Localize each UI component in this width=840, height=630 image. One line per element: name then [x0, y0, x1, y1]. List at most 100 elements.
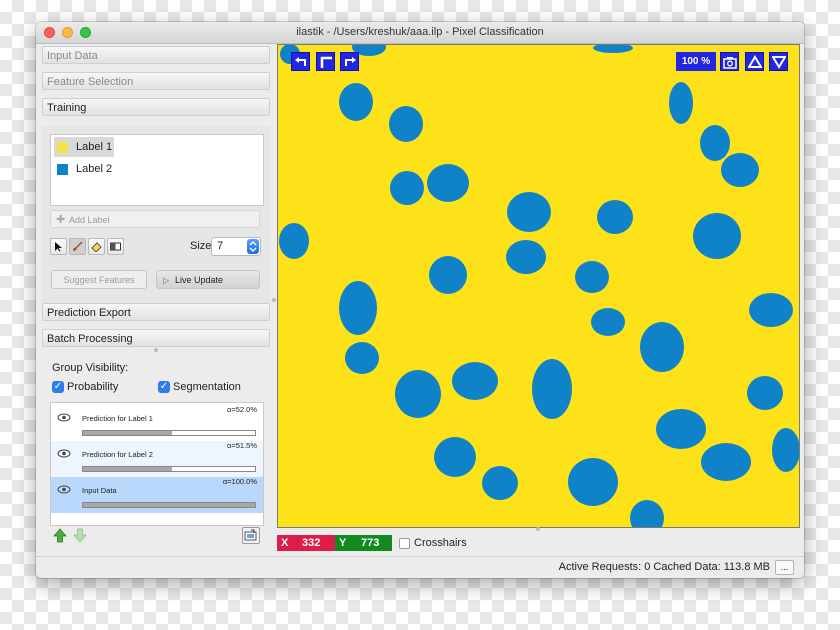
label-name: Label 1 — [76, 141, 113, 153]
move-layer-down-icon[interactable] — [73, 528, 87, 543]
layer-row[interactable]: Prediction for Label 2 α=51.5% — [51, 441, 263, 477]
applet-training[interactable]: Training — [42, 98, 270, 116]
cell-segment — [434, 437, 476, 477]
opacity-slider[interactable] — [82, 430, 256, 436]
segmentation-canvas — [279, 45, 799, 527]
cell-segment — [591, 308, 625, 336]
applet-input-data[interactable]: Input Data — [42, 46, 270, 64]
layer-name: Prediction for Label 1 — [82, 414, 153, 423]
cell-segment — [532, 359, 572, 419]
threshold-icon — [110, 242, 121, 251]
app-window: ilastik - /Users/kreshuk/aaa.ilp - Pixel… — [36, 22, 804, 578]
close-window-button[interactable] — [44, 27, 55, 38]
triangle-down-icon — [772, 56, 786, 69]
opacity-fill — [83, 467, 172, 471]
threshold-tool-button[interactable] — [107, 238, 124, 255]
cell-segment — [339, 83, 373, 121]
cell-segment — [700, 125, 730, 161]
x-coordinate: X 332 — [277, 535, 335, 551]
window-title: ilastik - /Users/kreshuk/aaa.ilp - Pixel… — [296, 26, 544, 38]
rotate-right-button[interactable] — [340, 52, 359, 71]
eye-icon — [57, 485, 71, 494]
applet-feature-selection[interactable]: Feature Selection — [42, 72, 270, 90]
opacity-slider[interactable] — [82, 466, 256, 472]
minimize-window-button[interactable] — [62, 27, 73, 38]
segmentation-checkbox[interactable]: ✓ — [158, 381, 170, 393]
cell-segment — [568, 458, 618, 506]
splitter-handle[interactable] — [272, 298, 276, 302]
rotate-left-icon — [295, 57, 306, 66]
rotate-left-button[interactable] — [291, 52, 310, 71]
cell-segment — [593, 45, 633, 53]
layer-name: Input Data — [82, 486, 117, 495]
status-more-button[interactable]: ... — [775, 560, 794, 575]
cell-segment — [390, 171, 424, 205]
add-label-button[interactable]: ✚ Add Label — [50, 210, 260, 228]
layer-row[interactable]: Prediction for Label 1 α=52.0% — [51, 405, 263, 441]
cell-segment — [427, 164, 469, 202]
spin-arrows-icon[interactable] — [247, 239, 259, 254]
crosshairs-checkbox[interactable] — [399, 538, 410, 549]
eraser-icon — [91, 242, 102, 252]
applet-batch-processing[interactable]: Batch Processing — [42, 329, 270, 347]
splitter-handle[interactable] — [536, 527, 540, 531]
y-value: 773 — [361, 537, 380, 549]
cell-segment — [345, 342, 379, 374]
zoom-level[interactable]: 100 % — [676, 52, 716, 71]
label-row-2[interactable]: Label 2 — [54, 159, 114, 179]
cell-segment — [772, 428, 799, 472]
segmentation-label: Segmentation — [173, 381, 241, 393]
screenshot-button[interactable] — [720, 52, 739, 71]
pointer-tool-button[interactable] — [50, 238, 67, 255]
layer-name: Prediction for Label 2 — [82, 450, 153, 459]
cell-segment — [339, 281, 377, 335]
layer-row[interactable]: Input Data α=100.0% — [51, 477, 263, 513]
maximize-view-button[interactable] — [745, 52, 764, 71]
eye-icon — [57, 413, 71, 422]
live-update-text: Live Update — [175, 275, 224, 285]
cell-segment — [747, 376, 783, 410]
cell-segment — [721, 153, 759, 187]
move-layer-up-icon[interactable] — [53, 528, 67, 543]
suggest-features-button[interactable]: Suggest Features — [51, 270, 147, 289]
play-icon: ▷ — [163, 276, 170, 285]
cell-segment — [597, 200, 633, 234]
label-row-1[interactable]: Label 1 — [54, 137, 114, 157]
splitter-handle[interactable] — [154, 348, 158, 352]
brush-size-value: 7 — [217, 240, 224, 252]
minimize-view-button[interactable] — [769, 52, 788, 71]
pointer-icon — [55, 242, 62, 252]
opacity-slider[interactable] — [82, 502, 256, 508]
group-visibility-title: Group Visibility: — [52, 362, 129, 374]
layer-opacity: α=51.5% — [227, 441, 257, 450]
cell-segment — [575, 261, 609, 293]
cell-segment — [693, 213, 741, 259]
applet-prediction-export[interactable]: Prediction Export — [42, 303, 270, 321]
cell-segment — [389, 106, 423, 142]
brush-tool-button[interactable] — [69, 238, 86, 255]
layer-opacity: α=52.0% — [227, 405, 257, 414]
add-icon: ✚ — [56, 214, 66, 226]
x-value: 332 — [302, 537, 321, 549]
title-bar: ilastik - /Users/kreshuk/aaa.ilp - Pixel… — [36, 22, 804, 44]
cell-segment — [506, 240, 546, 274]
swap-axes-button[interactable] — [316, 52, 335, 71]
status-bar: Active Requests: 0 Cached Data: 113.8 MB… — [36, 556, 804, 578]
cell-segment — [452, 362, 498, 400]
eraser-tool-button[interactable] — [88, 238, 105, 255]
layer-list: Prediction for Label 1 α=52.0% Predictio… — [50, 402, 264, 526]
crosshairs-label: Crosshairs — [414, 537, 467, 549]
export-layer-button[interactable] — [242, 527, 260, 544]
training-panel: Label 1 Label 2 ✚ Add Label Size: 7 Sugg… — [42, 126, 270, 304]
y-coordinate: Y 773 — [335, 535, 392, 551]
live-update-button[interactable]: ▷ Live Update — [156, 270, 260, 289]
image-viewer[interactable]: 100 % — [277, 44, 800, 528]
zoom-window-button[interactable] — [80, 27, 91, 38]
label-color-swatch[interactable] — [57, 142, 68, 153]
cell-segment — [640, 322, 684, 372]
label-color-swatch[interactable] — [57, 164, 68, 175]
status-text: Active Requests: 0 Cached Data: 113.8 MB — [558, 561, 770, 573]
cell-segment — [507, 192, 551, 232]
brush-size-spinbox[interactable]: 7 — [211, 237, 261, 256]
probability-checkbox[interactable]: ✓ — [52, 381, 64, 393]
